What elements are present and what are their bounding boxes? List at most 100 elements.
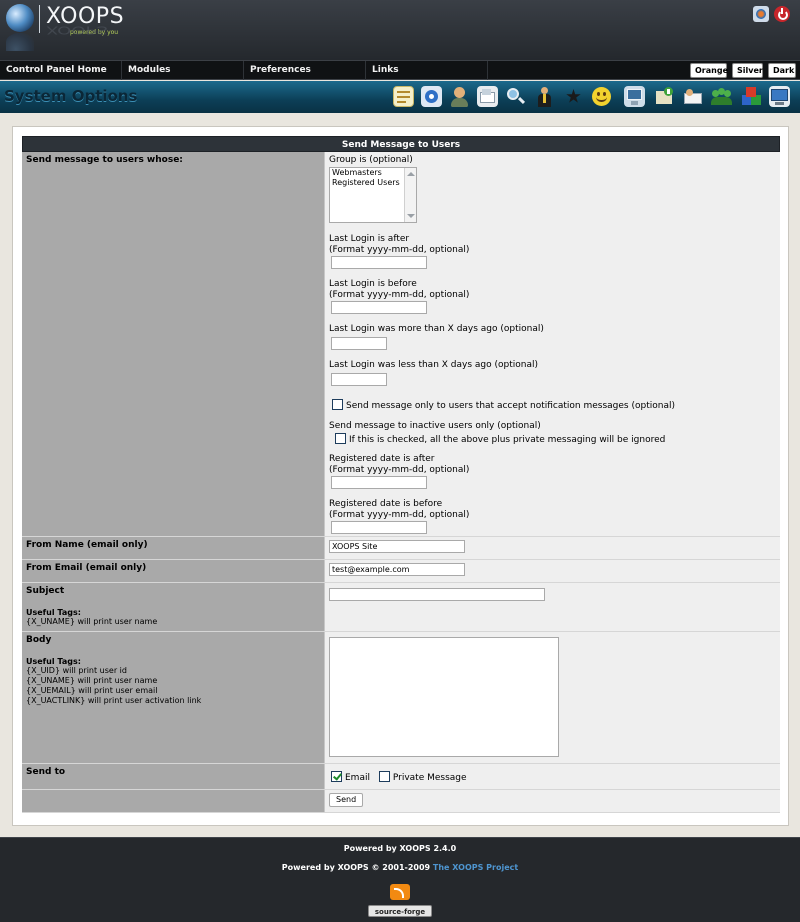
from-email-row: From Email (email only) bbox=[22, 560, 780, 583]
from-email-input-cell bbox=[325, 560, 780, 582]
reg-after-label: Registered date is after bbox=[329, 454, 435, 464]
body-tag: {X_UACTLINK} will print user activation … bbox=[26, 696, 202, 705]
send-to-row: Send to Email Private Message bbox=[22, 764, 780, 790]
notify-label: Send message only to users that accept n… bbox=[346, 401, 675, 411]
theme-dark-button[interactable]: Dark bbox=[768, 63, 796, 78]
private-message-checkbox[interactable] bbox=[378, 771, 390, 782]
xoops-globe-icon[interactable] bbox=[6, 4, 34, 32]
inactive-checkbox[interactable] bbox=[335, 433, 346, 444]
nav-control-panel-home[interactable]: Control Panel Home bbox=[0, 61, 122, 80]
body-label-cell: Body Useful Tags: {X_UID} will print use… bbox=[22, 632, 325, 763]
nav-links[interactable]: Links bbox=[366, 61, 488, 80]
sourceforge-badge[interactable]: source-forge bbox=[368, 905, 432, 917]
avatar-icon[interactable] bbox=[449, 86, 470, 107]
subject-tag: {X_UNAME} will print user name bbox=[26, 617, 158, 626]
theme-silver-button[interactable]: Silver bbox=[732, 63, 763, 78]
from-email-label-cell: From Email (email only) bbox=[22, 560, 325, 582]
blocks-icon[interactable] bbox=[421, 86, 442, 107]
modules-icon[interactable] bbox=[741, 86, 762, 107]
reg-before-input[interactable] bbox=[331, 521, 427, 534]
login-after-label: Last Login is after bbox=[329, 234, 410, 244]
main-panel: Send Message to Users Send message to us… bbox=[12, 126, 789, 826]
body-row: Body Useful Tags: {X_UID} will print use… bbox=[22, 632, 780, 764]
preferences-icon[interactable] bbox=[624, 86, 645, 107]
body-useful-tags: Useful Tags: bbox=[26, 657, 81, 666]
theme-orange-button[interactable]: Orange bbox=[690, 63, 728, 78]
subject-input[interactable] bbox=[329, 588, 545, 601]
subject-input-cell bbox=[325, 583, 780, 631]
home-icon[interactable] bbox=[753, 6, 769, 22]
ranks-icon[interactable] bbox=[563, 86, 584, 107]
images-icon[interactable] bbox=[654, 86, 675, 107]
users-icon[interactable] bbox=[534, 86, 555, 107]
email-checkbox[interactable] bbox=[331, 771, 342, 782]
criteria-input-cell: Group is (optional) Webmasters Registere… bbox=[325, 152, 780, 536]
login-less-label: Last Login was less than X days ago (opt… bbox=[329, 360, 538, 370]
header: XOOPS powered by you XOOPS bbox=[0, 0, 800, 60]
submit-label-cell bbox=[22, 790, 325, 812]
subject-useful-tags: Useful Tags: bbox=[26, 608, 81, 617]
login-before-input[interactable] bbox=[331, 301, 427, 314]
nav-modules[interactable]: Modules bbox=[122, 61, 244, 80]
send-email-option[interactable]: Email bbox=[331, 771, 370, 783]
groups-icon[interactable] bbox=[711, 86, 732, 107]
group-select[interactable]: Webmasters Registered Users bbox=[329, 167, 417, 223]
submit-input-cell: Send bbox=[325, 790, 780, 812]
reg-after-input[interactable] bbox=[331, 476, 427, 489]
mail-users-icon[interactable] bbox=[683, 86, 704, 107]
body-textarea[interactable] bbox=[329, 637, 559, 757]
criteria-label-cell: Send message to users whose: bbox=[22, 152, 325, 536]
send-to-label-cell: Send to bbox=[22, 764, 325, 789]
subject-label: Subject bbox=[26, 586, 65, 596]
login-more-days-input[interactable] bbox=[331, 337, 387, 350]
logo-divider bbox=[39, 5, 40, 33]
notepad-icon[interactable] bbox=[393, 86, 414, 107]
notify-checkbox[interactable] bbox=[332, 399, 343, 410]
send-button[interactable]: Send bbox=[329, 793, 364, 807]
inactive-label: Send message to inactive users only (opt… bbox=[329, 421, 541, 431]
reg-before-format: (Format yyyy-mm-dd, optional) bbox=[329, 510, 470, 520]
send-to-input-cell: Email Private Message bbox=[325, 764, 780, 789]
logout-icon[interactable] bbox=[774, 6, 790, 22]
send-to-label: Send to bbox=[26, 767, 66, 777]
notify-option[interactable]: Send message only to users that accept n… bbox=[332, 399, 776, 411]
group-label: Group is (optional) bbox=[329, 155, 413, 165]
scroll-up-icon[interactable] bbox=[407, 172, 415, 176]
login-less-days-input[interactable] bbox=[331, 373, 387, 386]
copyright: Powered by XOOPS © 2001-2009 The XOOPS P… bbox=[0, 863, 800, 872]
find-users-icon[interactable] bbox=[505, 86, 526, 107]
logo-text-reflection: XOOPS bbox=[46, 23, 108, 36]
smilies-icon[interactable] bbox=[591, 86, 612, 107]
login-before-format: (Format yyyy-mm-dd, optional) bbox=[329, 290, 470, 300]
form-header: Send Message to Users bbox=[22, 136, 780, 152]
inactive-check-label: If this is checked, all the above plus p… bbox=[349, 435, 666, 445]
from-name-input-cell bbox=[325, 537, 780, 559]
scroll-down-icon[interactable] bbox=[407, 214, 415, 218]
send-message-form: Send Message to Users Send message to us… bbox=[22, 136, 780, 813]
rss-icon[interactable] bbox=[390, 884, 410, 900]
comments-icon[interactable] bbox=[477, 86, 498, 107]
footer: Powered by XOOPS 2.4.0 Powered by XOOPS … bbox=[0, 837, 800, 922]
nav-bar: Control Panel Home Modules Preferences L… bbox=[0, 60, 800, 80]
reg-after-format: (Format yyyy-mm-dd, optional) bbox=[329, 465, 470, 475]
subject-row: Subject Useful Tags: {X_UNAME} will prin… bbox=[22, 583, 780, 632]
from-email-input[interactable] bbox=[329, 563, 465, 576]
private-message-label: Private Message bbox=[392, 773, 467, 783]
powered-by: Powered by XOOPS 2.4.0 bbox=[343, 844, 457, 853]
templates-icon[interactable] bbox=[769, 86, 790, 107]
from-name-label: From Name (email only) bbox=[26, 540, 148, 550]
from-email-label: From Email (email only) bbox=[26, 563, 147, 573]
xoops-project-link[interactable]: The XOOPS Project bbox=[433, 863, 518, 872]
from-name-input[interactable] bbox=[329, 540, 465, 553]
body-input-cell bbox=[325, 632, 780, 763]
from-name-row: From Name (email only) bbox=[22, 537, 780, 560]
send-pm-option[interactable]: Private Message bbox=[378, 771, 467, 783]
nav-preferences[interactable]: Preferences bbox=[244, 61, 366, 80]
inactive-option[interactable]: If this is checked, all the above plus p… bbox=[335, 433, 776, 445]
login-after-input[interactable] bbox=[331, 256, 427, 269]
copyright-text: Powered by XOOPS © 2001-2009 bbox=[281, 863, 431, 872]
group-scrollbar[interactable] bbox=[404, 168, 416, 222]
title-bar: System Options bbox=[0, 81, 800, 113]
login-before-label: Last Login is before bbox=[329, 279, 417, 289]
login-after-format: (Format yyyy-mm-dd, optional) bbox=[329, 245, 470, 255]
